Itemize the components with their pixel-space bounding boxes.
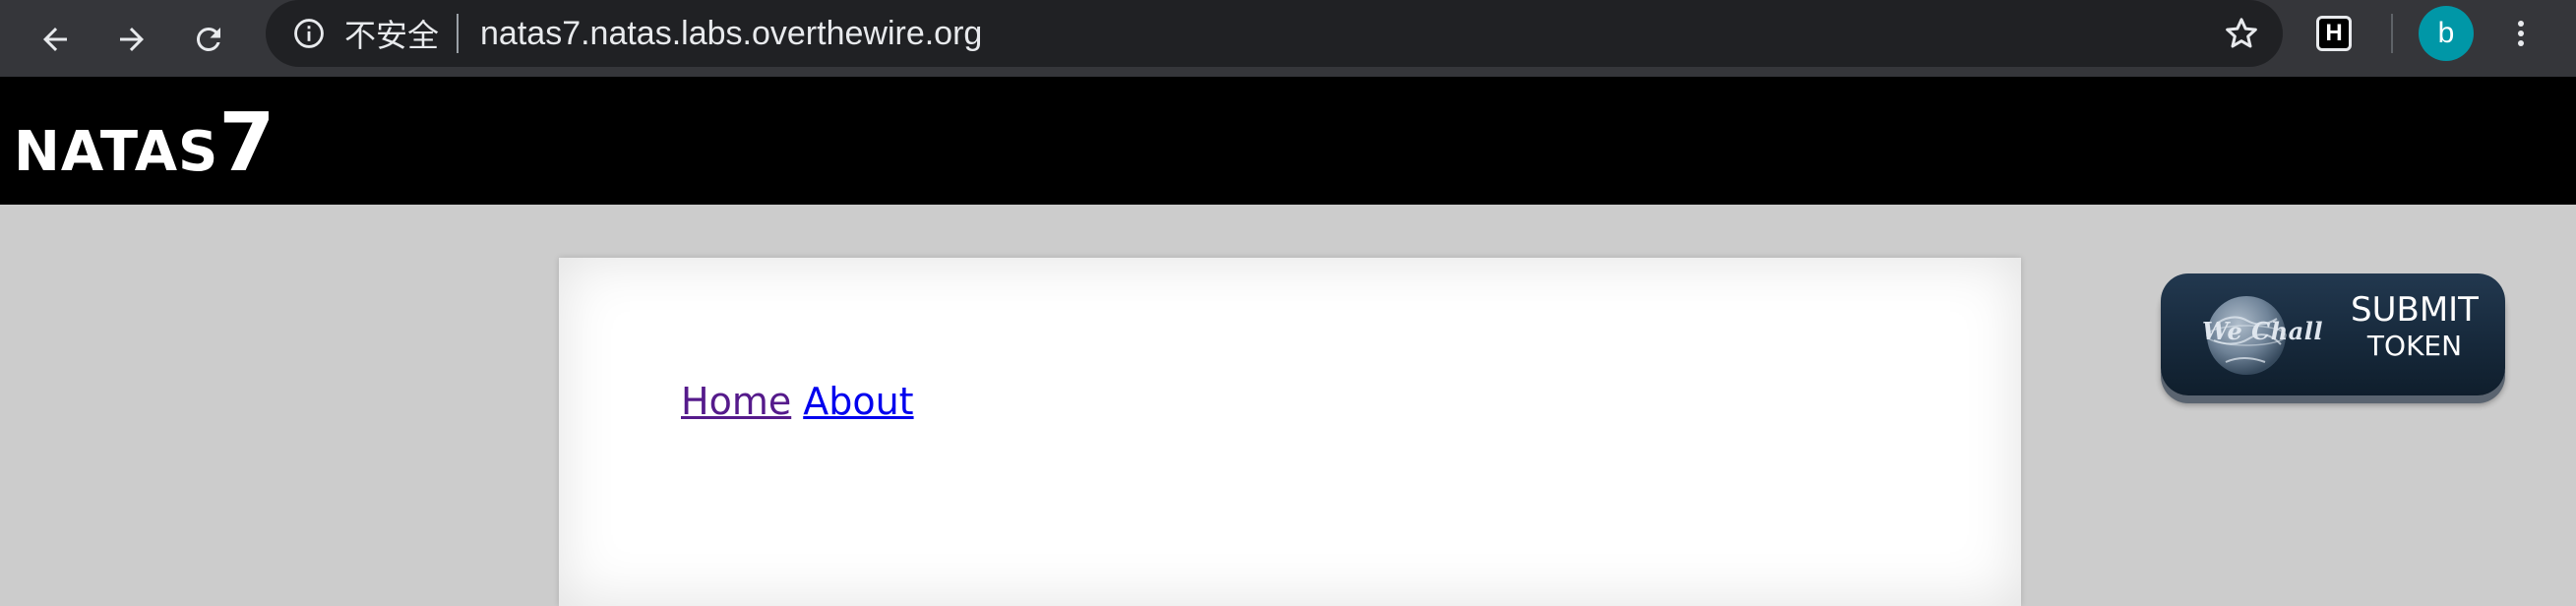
submit-label: SUBMIT [2351, 290, 2479, 330]
extension-h-icon[interactable]: H [2316, 16, 2352, 51]
back-button[interactable] [28, 12, 83, 67]
page-title: NATAS7 [14, 96, 275, 190]
submit-token-label: SUBMIT TOKEN [2346, 293, 2484, 360]
address-bar[interactable]: 不安全 natas7.natas.labs.overthewire.org [266, 0, 2283, 67]
bookmark-star-icon[interactable] [2220, 12, 2263, 55]
reload-button[interactable] [181, 12, 236, 67]
arrow-left-icon [43, 28, 67, 51]
wechall-logo-text: We Chall [2202, 317, 2323, 345]
url-text[interactable]: natas7.natas.labs.overthewire.org [480, 15, 982, 53]
nav-links: Home About [681, 380, 914, 423]
security-status-label[interactable]: 不安全 [344, 11, 439, 56]
browser-toolbar: 不安全 natas7.natas.labs.overthewire.org H … [0, 0, 2576, 77]
home-link[interactable]: Home [681, 380, 791, 423]
info-icon[interactable] [291, 16, 327, 51]
toolbar-divider [2391, 14, 2393, 53]
wechall-submit-token-button[interactable]: We Chall SUBMIT TOKEN [2161, 273, 2505, 395]
profile-avatar[interactable]: b [2419, 6, 2474, 61]
content-panel: Home About [559, 258, 2021, 606]
token-label: TOKEN [2366, 330, 2463, 362]
about-link[interactable]: About [803, 380, 913, 423]
site-header: NATAS7 [0, 77, 2576, 205]
vertical-dots-menu-icon[interactable] [2507, 10, 2535, 57]
title-level: 7 [218, 96, 276, 190]
refresh-icon [196, 27, 220, 51]
arrow-right-icon [120, 28, 144, 51]
omnibox-divider [457, 14, 460, 53]
forward-button[interactable] [104, 12, 159, 67]
title-prefix: NATAS [14, 120, 219, 184]
